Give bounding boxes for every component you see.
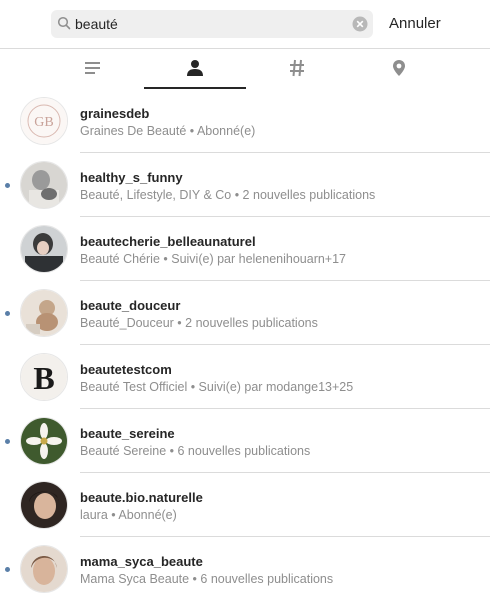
subtitle: laura • Abonné(e) [80, 508, 177, 522]
subtitle: Beauté_Douceur • 2 nouvelles publication… [80, 316, 318, 330]
username: beaute.bio.naturelle [80, 490, 203, 505]
search-tabs [0, 49, 490, 89]
svg-text:GB: GB [34, 115, 53, 130]
subtitle: Mama Syca Beaute • 6 nouvelles publicati… [80, 572, 334, 586]
new-posts-dot [5, 311, 10, 316]
avatar [20, 417, 68, 465]
avatar: B [20, 353, 68, 401]
top-results-icon [85, 62, 100, 74]
username: beaute_douceur [80, 298, 181, 313]
username: mama_syca_beaute [80, 554, 203, 569]
avatar [20, 481, 68, 529]
cancel-button[interactable]: Annuler [389, 15, 441, 32]
subtitle: Beauté Chérie • Suivi(e) par helenenihou… [80, 252, 347, 266]
subtitle: Beauté, Lifestyle, DIY & Co • 2 nouvelle… [80, 188, 376, 202]
flower-icon [21, 418, 67, 464]
svg-text:B: B [33, 360, 54, 396]
profile-photo-icon [21, 162, 67, 208]
list-item[interactable]: mama_syca_beaute Mama Syca Beaute • 6 no… [0, 537, 490, 601]
avatar: GB [20, 97, 68, 145]
tab-places[interactable] [348, 49, 450, 87]
subtitle: Graines De Beauté • Abonné(e) [80, 124, 256, 138]
list-item[interactable]: B beautetestcom Beauté Test Officiel • S… [0, 345, 490, 409]
avatar [20, 225, 68, 273]
list-item[interactable]: beaute.bio.naturelle laura • Abonné(e) [0, 473, 490, 537]
search-input[interactable] [75, 14, 335, 34]
tab-top[interactable] [42, 49, 144, 87]
accounts-icon [187, 60, 203, 76]
profile-photo-icon [21, 226, 67, 272]
username: beautetestcom [80, 362, 172, 377]
hashtag-icon [290, 59, 304, 77]
list-item[interactable]: healthy_s_funny Beauté, Lifestyle, DIY &… [0, 153, 490, 217]
new-posts-dot [5, 183, 10, 188]
search-box[interactable] [51, 10, 373, 38]
profile-photo-icon [21, 546, 67, 592]
list-item[interactable]: beautecherie_belleaunaturel Beauté Chéri… [0, 217, 490, 281]
avatar [20, 161, 68, 209]
search-icon [57, 16, 71, 30]
clear-search-icon[interactable] [352, 16, 368, 32]
username: beaute_sereine [80, 426, 175, 441]
new-posts-dot [5, 567, 10, 572]
username: healthy_s_funny [80, 170, 183, 185]
profile-photo-icon [21, 482, 67, 528]
tab-tags[interactable] [246, 49, 348, 87]
username: beautecherie_belleaunaturel [80, 234, 256, 249]
profile-photo-icon [21, 290, 67, 336]
list-item[interactable]: GB grainesdeb Graines De Beauté • Abonné… [0, 89, 490, 153]
letter-b-logo-icon: B [21, 354, 67, 400]
list-item[interactable]: beaute_sereine Beauté Sereine • 6 nouvel… [0, 409, 490, 473]
subtitle: Beauté Sereine • 6 nouvelles publication… [80, 444, 311, 458]
list-item[interactable]: beaute_douceur Beauté_Douceur • 2 nouvel… [0, 281, 490, 345]
avatar [20, 289, 68, 337]
new-posts-dot [5, 439, 10, 444]
username: grainesdeb [80, 106, 150, 121]
graines-logo-icon: GB [21, 98, 67, 144]
subtitle: Beauté Test Officiel • Suivi(e) par moda… [80, 380, 354, 394]
search-header: Annuler [0, 0, 490, 49]
tab-accounts[interactable] [144, 49, 246, 89]
places-icon [393, 60, 405, 76]
avatar [20, 545, 68, 593]
